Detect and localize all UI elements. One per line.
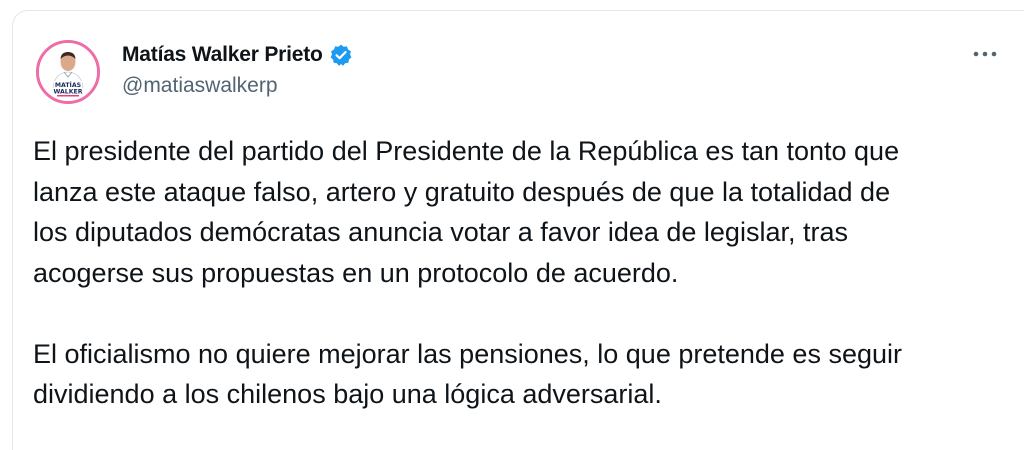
tweet-text-line: dividiendo a los chilenos bajo una lógic… <box>33 379 662 409</box>
author-name[interactable]: Matías Walker Prieto <box>122 43 323 67</box>
tweet-text: El presidente del partido del Presidente… <box>33 131 1003 415</box>
avatar[interactable]: MATÍAS WALKER <box>36 40 100 104</box>
avatar-badge-line-2: WALKER <box>53 89 82 96</box>
tweet-text-line: acogerse sus propuestas en un protocolo … <box>33 257 679 288</box>
tweet-text-line: El oficialismo no quiere mejorar las pen… <box>33 338 902 369</box>
author-name-row: Matías Walker Prieto <box>122 39 353 71</box>
author-handle[interactable]: @matiaswalkerp <box>122 74 278 98</box>
more-options-button[interactable] <box>968 40 1002 68</box>
verified-badge-icon <box>329 43 353 67</box>
tweet-text-line: El presidente del partido del Presidente… <box>33 136 900 166</box>
more-horizontal-icon <box>973 51 997 57</box>
avatar-image: MATÍAS WALKER <box>39 43 97 101</box>
tweet-text-line: los diputados demócratas anuncia votar a… <box>33 217 848 247</box>
tweet-text-line: lanza este ataque falso, artero y gratui… <box>33 176 891 207</box>
